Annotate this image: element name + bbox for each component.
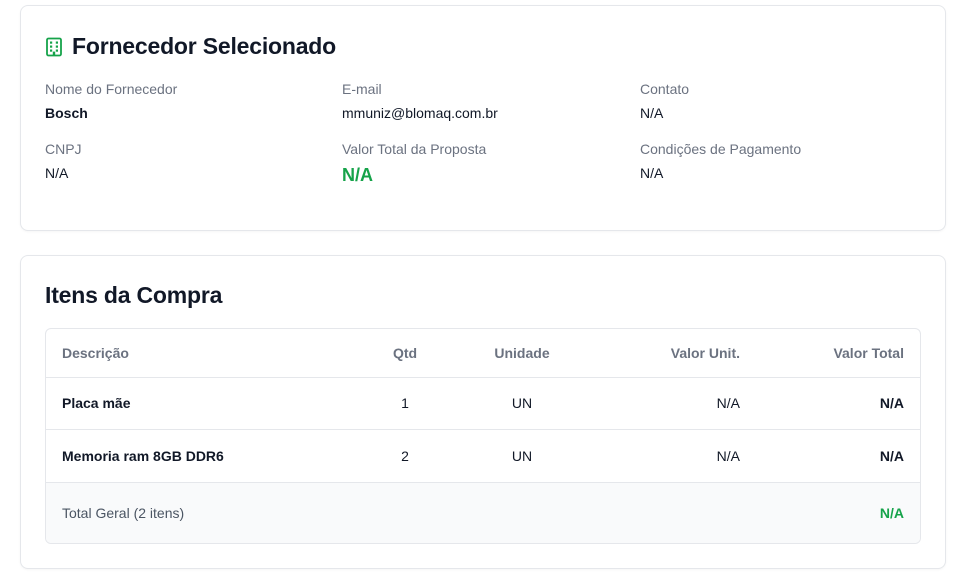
item-total: N/A	[879, 448, 904, 464]
payment-terms-value: N/A	[640, 165, 664, 181]
item-unit: UN	[511, 448, 533, 464]
grand-total-value: N/A	[879, 505, 904, 521]
building-icon	[45, 37, 63, 57]
item-description: Placa mãe	[62, 395, 131, 411]
supplier-cnpj-value: N/A	[45, 165, 69, 181]
supplier-email-label: E-mail	[342, 81, 382, 97]
column-header-qty: Qtd	[392, 345, 418, 361]
table-footer-row: Total Geral (2 itens) N/A	[46, 483, 920, 543]
supplier-name-value: Bosch	[45, 105, 88, 121]
supplier-contact-field: Contato N/A	[640, 80, 920, 122]
table-header-row: Descrição Qtd Unidade Valor Unit. Valor …	[46, 329, 920, 378]
supplier-contact-value: N/A	[640, 105, 664, 121]
item-unit-price: N/A	[716, 395, 740, 411]
purchase-items-title: Itens da Compra	[45, 282, 223, 308]
item-qty: 2	[401, 448, 409, 464]
supplier-card: Fornecedor Selecionado Nome do Fornecedo…	[20, 5, 946, 231]
proposal-total-value: N/A	[342, 165, 373, 185]
column-header-description: Descrição	[62, 345, 129, 361]
payment-terms-field: Condições de Pagamento N/A	[640, 140, 920, 182]
purchase-items-card: Itens da Compra Descrição Qtd Unidade Va…	[20, 255, 946, 569]
item-total: N/A	[879, 395, 904, 411]
supplier-cnpj-label: CNPJ	[45, 141, 82, 157]
proposal-total-field: Valor Total da Proposta N/A	[342, 140, 622, 184]
supplier-card-header: Fornecedor Selecionado	[45, 33, 336, 60]
item-unit-price: N/A	[716, 448, 740, 464]
grand-total-label: Total Geral (2 itens)	[62, 505, 185, 521]
payment-terms-label: Condições de Pagamento	[640, 141, 802, 157]
supplier-email-field: E-mail mmuniz@blomaq.com.br	[342, 80, 622, 122]
column-header-unit-price: Valor Unit.	[670, 345, 740, 361]
item-description: Memoria ram 8GB DDR6	[62, 448, 224, 464]
supplier-name-label: Nome do Fornecedor	[45, 81, 178, 97]
supplier-name-field: Nome do Fornecedor Bosch	[45, 80, 325, 122]
item-unit: UN	[511, 395, 533, 411]
supplier-email-value: mmuniz@blomaq.com.br	[342, 105, 498, 121]
table-row: Memoria ram 8GB DDR6 2 UN N/A N/A	[46, 430, 920, 483]
supplier-card-title: Fornecedor Selecionado	[72, 33, 336, 59]
supplier-contact-label: Contato	[640, 81, 690, 97]
item-qty: 1	[401, 395, 409, 411]
purchase-items-table: Descrição Qtd Unidade Valor Unit. Valor …	[45, 328, 921, 544]
table-row: Placa mãe 1 UN N/A N/A	[46, 377, 920, 430]
supplier-cnpj-field: CNPJ N/A	[45, 140, 325, 182]
column-header-total: Valor Total	[833, 345, 904, 361]
column-header-unit: Unidade	[494, 345, 550, 361]
proposal-total-label: Valor Total da Proposta	[342, 141, 487, 157]
